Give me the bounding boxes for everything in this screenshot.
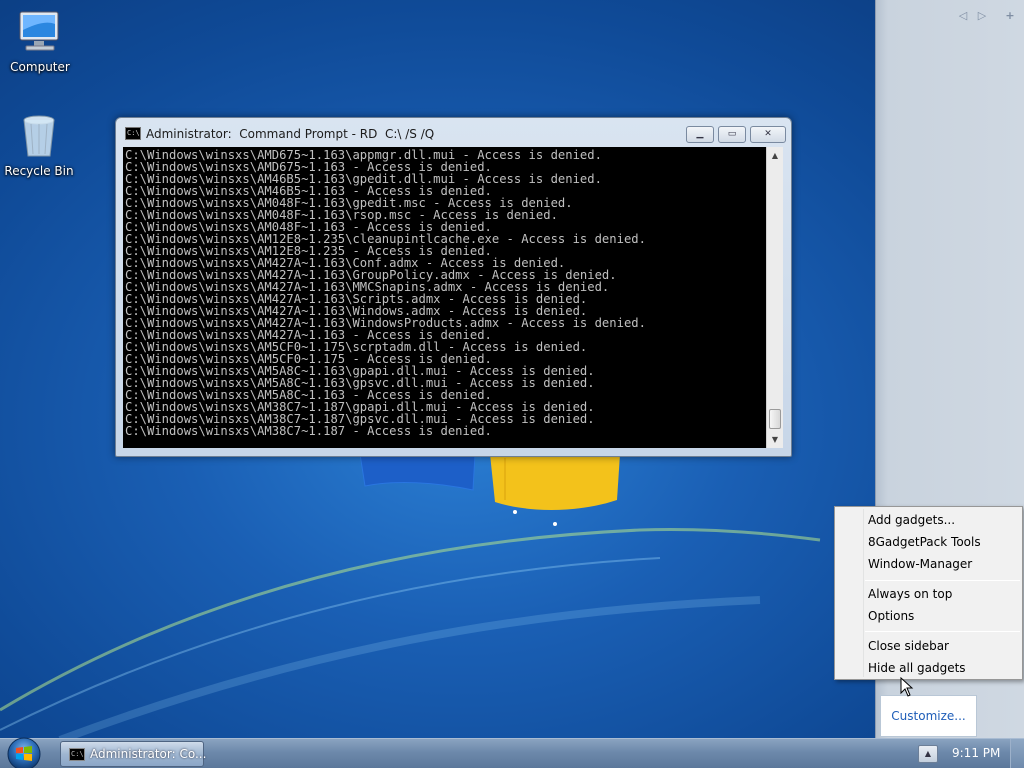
sidebar-add-icon[interactable]: + bbox=[1002, 8, 1018, 24]
scroll-down-icon[interactable]: ▼ bbox=[767, 431, 783, 448]
taskbar-clock[interactable]: 9:11 PM bbox=[952, 746, 1000, 760]
menu-gutter bbox=[863, 509, 864, 677]
desktop-icon-label: Recycle Bin bbox=[4, 164, 74, 178]
menu-item-window-manager[interactable]: Window-Manager bbox=[868, 557, 972, 571]
sidebar-context-menu[interactable]: Add gadgets... 8GadgetPack Tools Window-… bbox=[834, 506, 1023, 680]
menu-item-close-sidebar[interactable]: Close sidebar bbox=[868, 639, 949, 653]
show-hidden-icons-button[interactable]: ▲ bbox=[918, 745, 938, 763]
desktop-icon-label: Computer bbox=[10, 60, 70, 74]
close-button[interactable]: ✕ bbox=[750, 126, 786, 143]
cmd-icon: C:\ bbox=[125, 127, 141, 140]
minimize-button[interactable]: ▁ bbox=[686, 126, 714, 143]
window-title: Administrator: Command Prompt - RD C:\ /… bbox=[146, 127, 435, 141]
menu-item-hide-all-gadgets[interactable]: Hide all gadgets bbox=[868, 661, 966, 675]
desktop-icon-computer[interactable]: Computer bbox=[2, 8, 78, 74]
sidebar-prev-icon[interactable]: ◁ bbox=[955, 8, 971, 24]
menu-item-options[interactable]: Options bbox=[868, 609, 914, 623]
taskbar-button-command-prompt[interactable]: C:\ Administrator: Co... bbox=[60, 741, 207, 767]
console-scrollbar[interactable]: ▲ ▼ bbox=[766, 147, 783, 448]
windows-logo-fragment bbox=[359, 453, 620, 526]
show-desktop-button[interactable] bbox=[1010, 739, 1024, 768]
computer-icon bbox=[19, 11, 59, 51]
menu-item-add-gadgets[interactable]: Add gadgets... bbox=[868, 513, 955, 527]
recycle-bin-icon bbox=[23, 115, 55, 157]
taskbar[interactable]: C:\ Administrator: Co... ▲ 9:11 PM bbox=[0, 736, 1024, 768]
taskbar-button-label: Administrator: Co... bbox=[90, 747, 207, 761]
sidebar-customize-link[interactable]: Customize... bbox=[880, 695, 977, 737]
menu-item-gadgetpack-tools[interactable]: 8GadgetPack Tools bbox=[868, 535, 981, 549]
maximize-button[interactable]: ▭ bbox=[718, 126, 746, 143]
window-titlebar[interactable]: C:\ Administrator: Command Prompt - RD C… bbox=[116, 118, 791, 148]
start-button-icon[interactable] bbox=[6, 736, 42, 768]
wallpaper-swoosh bbox=[0, 528, 821, 740]
menu-separator bbox=[865, 631, 1020, 632]
cmd-icon: C:\ bbox=[69, 748, 85, 761]
sidebar-next-icon[interactable]: ▷ bbox=[974, 8, 990, 24]
scroll-thumb[interactable] bbox=[769, 409, 781, 429]
console-line: C:\Windows\winsxs\AM38C7~1.187 - Access … bbox=[125, 424, 492, 438]
scroll-up-icon[interactable]: ▲ bbox=[767, 147, 783, 164]
console-output[interactable]: C:\Windows\winsxs\AMD675~1.163\appmgr.dl… bbox=[123, 147, 766, 448]
desktop-icon-recycle-bin[interactable]: Recycle Bin bbox=[1, 112, 77, 178]
command-prompt-window[interactable]: C:\ Administrator: Command Prompt - RD C… bbox=[115, 117, 792, 457]
menu-item-always-on-top[interactable]: Always on top bbox=[868, 587, 952, 601]
menu-separator bbox=[865, 580, 1020, 581]
